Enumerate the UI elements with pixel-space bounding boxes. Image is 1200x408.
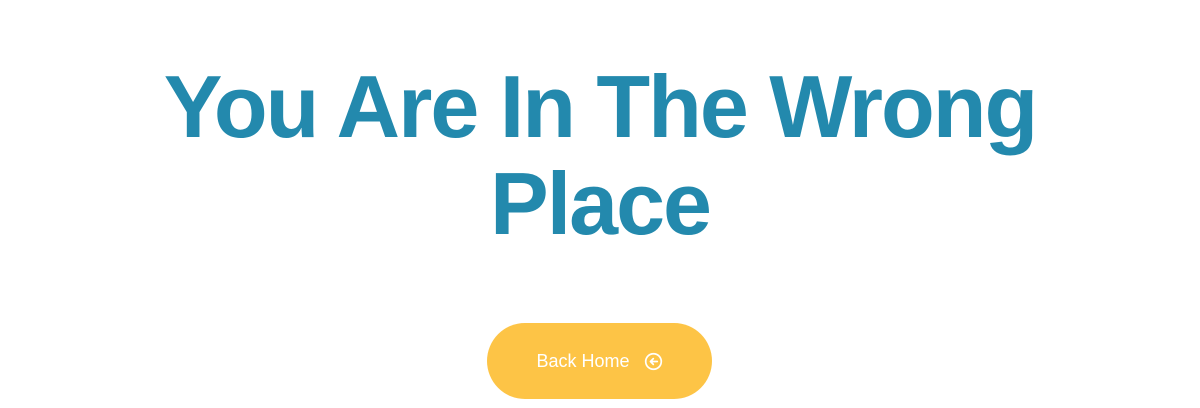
page-title: You Are In The Wrong Place — [0, 58, 1200, 252]
back-home-button-label: Back Home — [536, 351, 630, 371]
back-home-button[interactable]: Back Home — [487, 323, 712, 399]
arrow-left-circle-icon — [644, 352, 663, 371]
page-title-line-1: You Are In The Wrong — [163, 57, 1039, 156]
page-title-line-2: Place — [490, 154, 712, 253]
error-page: You Are In The Wrong Place Back Home — [0, 0, 1200, 408]
